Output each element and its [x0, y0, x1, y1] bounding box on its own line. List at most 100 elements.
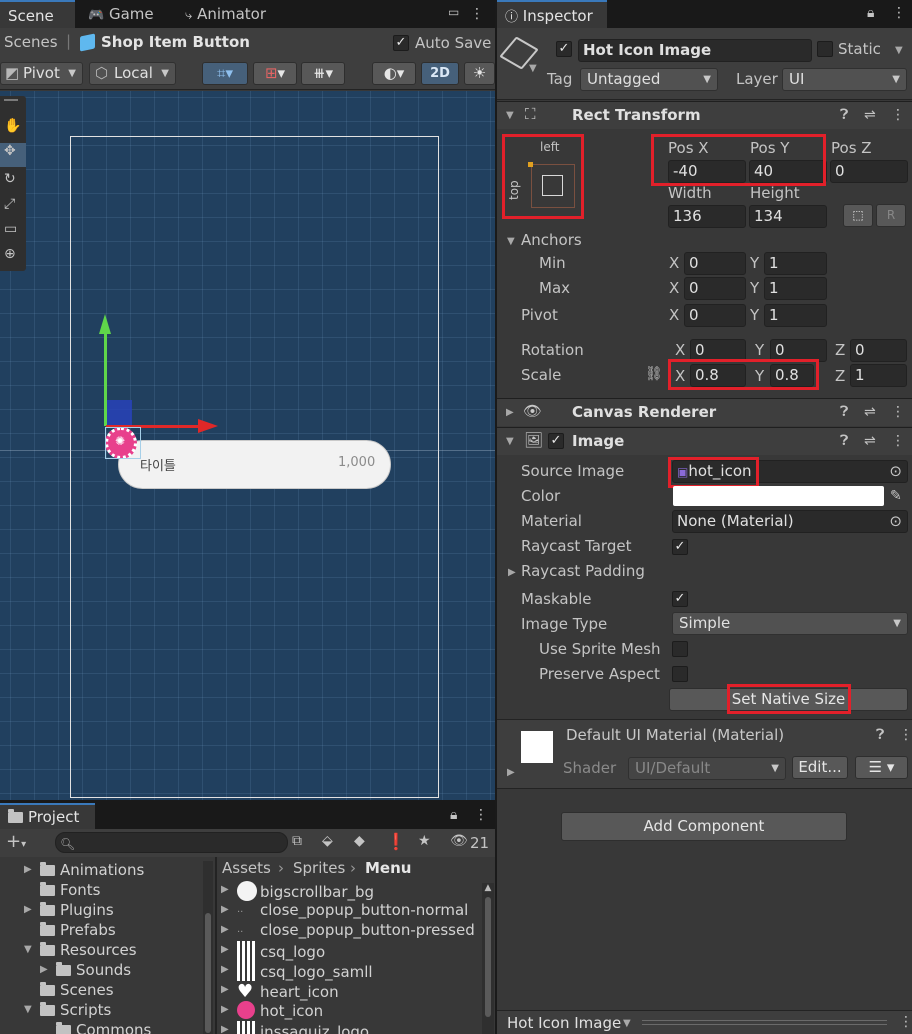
- static-dropdown-arrow[interactable]: ▼: [895, 45, 903, 56]
- pivot-dropdown[interactable]: ◩ Pivot: [0, 62, 83, 85]
- project-kebab-icon[interactable]: ⋮: [474, 807, 488, 823]
- rect-tool-icon[interactable]: ▭: [4, 221, 17, 237]
- component-kebab-icon[interactable]: ⋮: [891, 404, 905, 420]
- height-field[interactable]: 134: [749, 205, 827, 228]
- increment-snap-button[interactable]: ⊞▾: [253, 62, 297, 85]
- asset-item[interactable]: ▶ ·· close_popup_button-normal: [221, 901, 468, 919]
- asset-scroll-thumb[interactable]: [485, 897, 491, 1017]
- project-search-input[interactable]: 🔍︎: [55, 832, 288, 853]
- image-enabled-checkbox[interactable]: ✓: [548, 433, 564, 449]
- filter-type-icon[interactable]: ⬙: [322, 833, 333, 849]
- scale-tool-icon[interactable]: ⤢: [4, 196, 15, 212]
- breadcrumb-assets[interactable]: Assets: [222, 859, 271, 877]
- image-header[interactable]: ▼ 🖼︎ ✓ Image ❓︎ ⇌ ⋮: [497, 427, 912, 455]
- tree-item-scenes[interactable]: Scenes: [24, 981, 114, 999]
- object-picker-icon[interactable]: ⊙: [889, 511, 902, 532]
- tree-item-sounds[interactable]: ▶ Sounds: [40, 961, 131, 979]
- presets-icon[interactable]: ⇌: [864, 404, 876, 420]
- expand-arrow-icon[interactable]: ▶: [506, 407, 514, 418]
- rotate-tool-icon[interactable]: ↻: [4, 171, 16, 187]
- static-checkbox[interactable]: [817, 41, 833, 57]
- help-icon[interactable]: ❓︎: [876, 727, 884, 743]
- asset-item-hot-icon[interactable]: ▶ hot_icon: [221, 1001, 323, 1020]
- tree-scrollbar[interactable]: [203, 861, 213, 1034]
- asset-item[interactable]: ▶ ·· close_popup_button-pressed: [221, 921, 475, 939]
- lock-icon[interactable]: 🔒︎: [450, 807, 457, 823]
- asset-item[interactable]: ▶ csq_logo: [221, 941, 325, 961]
- blueprint-mode-button[interactable]: ⬚: [843, 204, 873, 227]
- tree-item-plugins[interactable]: ▶ Plugins: [24, 901, 114, 919]
- lighting-button[interactable]: ☀: [464, 62, 495, 85]
- kebab-menu-icon[interactable]: ⋮: [470, 6, 484, 22]
- tab-project[interactable]: Project: [0, 803, 95, 829]
- component-kebab-icon[interactable]: ⋮: [891, 107, 905, 123]
- filter-label-icon[interactable]: ◆: [354, 833, 365, 849]
- scale-z-field[interactable]: 1: [850, 364, 907, 387]
- tab-scene[interactable]: Scene: [0, 0, 75, 28]
- anchor-max-x-field[interactable]: 0: [684, 277, 746, 300]
- raw-edit-button[interactable]: R: [876, 204, 906, 227]
- breadcrumb-menu[interactable]: Menu: [365, 859, 411, 877]
- maximize-icon[interactable]: ▭: [448, 5, 459, 19]
- tree-item-resources[interactable]: ▼ Resources: [24, 941, 137, 959]
- eyedropper-icon[interactable]: ✎: [890, 488, 902, 504]
- asset-item[interactable]: ▶ inssaquiz_logo: [221, 1021, 369, 1034]
- help-icon[interactable]: ❓︎: [840, 107, 848, 123]
- filter-warning-icon[interactable]: ❗: [386, 832, 406, 851]
- tree-scroll-thumb[interactable]: [205, 913, 211, 1033]
- visibility-eye-icon[interactable]: 👁︎: [450, 833, 468, 849]
- gizmo-xy-plane[interactable]: [107, 400, 132, 425]
- asset-item[interactable]: ▶ ♥ heart_icon: [221, 981, 339, 1002]
- transform-tool-icon[interactable]: ⊕: [4, 246, 16, 262]
- rect-transform-header[interactable]: ▼ ⛶ Rect Transform ❓︎ ⇌ ⋮: [497, 101, 912, 129]
- tree-item-animations[interactable]: ▶ Animations: [24, 861, 144, 879]
- help-icon[interactable]: ❓︎: [840, 433, 848, 449]
- icon-dropdown-arrow[interactable]: ▼: [529, 63, 537, 74]
- grid-snap-button[interactable]: ⌗▾: [202, 62, 248, 85]
- shader-dropdown[interactable]: UI/Default: [628, 757, 786, 780]
- inspector-lock-icon[interactable]: 🔒︎: [867, 5, 874, 21]
- preview-kebab-icon[interactable]: ⋮: [899, 1014, 912, 1030]
- anchors-collapse-arrow[interactable]: ▼: [507, 236, 515, 247]
- gizmo-y-arrow[interactable]: [99, 314, 111, 334]
- collapse-arrow-icon[interactable]: ▼: [506, 110, 514, 121]
- move-tool-icon[interactable]: ✥: [0, 143, 26, 167]
- palette-grip[interactable]: [4, 99, 18, 101]
- component-kebab-icon[interactable]: ⋮: [891, 433, 905, 449]
- material-field[interactable]: None (Material) ⊙: [672, 510, 908, 533]
- image-type-dropdown[interactable]: Simple: [672, 612, 908, 635]
- search-window-icon[interactable]: ⧉: [292, 833, 302, 849]
- asset-item[interactable]: ▶ bigscrollbar_bg: [221, 881, 374, 901]
- rotation-z-field[interactable]: 0: [850, 339, 907, 362]
- gizmo-x-arrow[interactable]: [198, 419, 218, 433]
- tag-dropdown[interactable]: Untagged: [580, 68, 718, 91]
- preview-grip[interactable]: [642, 1020, 887, 1025]
- tab-game[interactable]: 🎮 Game: [80, 0, 162, 28]
- help-icon[interactable]: ❓︎: [840, 404, 848, 420]
- preview-dropdown-arrow[interactable]: ▼: [623, 1018, 631, 1029]
- tree-item-prefabs[interactable]: Prefabs: [24, 921, 116, 939]
- breadcrumb-sprites[interactable]: Sprites: [293, 859, 345, 877]
- create-plus-button[interactable]: +▾: [6, 831, 26, 852]
- scene-viewport[interactable]: 타이틀 1,000 ✺: [0, 91, 495, 800]
- draw-mode-button[interactable]: ◐▾: [372, 62, 416, 85]
- asset-item[interactable]: ▶ csq_logo_samll: [221, 961, 373, 981]
- auto-save-checkbox[interactable]: ✓: [393, 35, 409, 51]
- presets-icon[interactable]: ⇌: [864, 433, 876, 449]
- object-name-input[interactable]: Hot Icon Image: [578, 39, 812, 62]
- hand-tool-icon[interactable]: ✋: [4, 118, 21, 134]
- preserve-aspect-checkbox[interactable]: [672, 666, 688, 682]
- collapse-arrow-icon[interactable]: ▼: [506, 436, 514, 447]
- scroll-up-icon[interactable]: ▲: [482, 883, 494, 893]
- shader-menu-button[interactable]: ☰ ▾: [855, 756, 908, 779]
- grid-visibility-button[interactable]: ⧻▾: [301, 62, 345, 85]
- anchor-min-x-field[interactable]: 0: [684, 252, 746, 275]
- scenes-breadcrumb[interactable]: Scenes: [4, 33, 58, 51]
- raycast-padding-arrow[interactable]: ▶: [508, 567, 516, 578]
- anchor-max-y-field[interactable]: 1: [764, 277, 827, 300]
- tree-item-fonts[interactable]: Fonts: [24, 881, 100, 899]
- material-expand-arrow[interactable]: ▶: [507, 767, 515, 778]
- tree-item-scripts[interactable]: ▼ Scripts: [24, 1001, 111, 1019]
- presets-icon[interactable]: ⇌: [864, 107, 876, 123]
- active-checkbox[interactable]: ✓: [556, 41, 572, 57]
